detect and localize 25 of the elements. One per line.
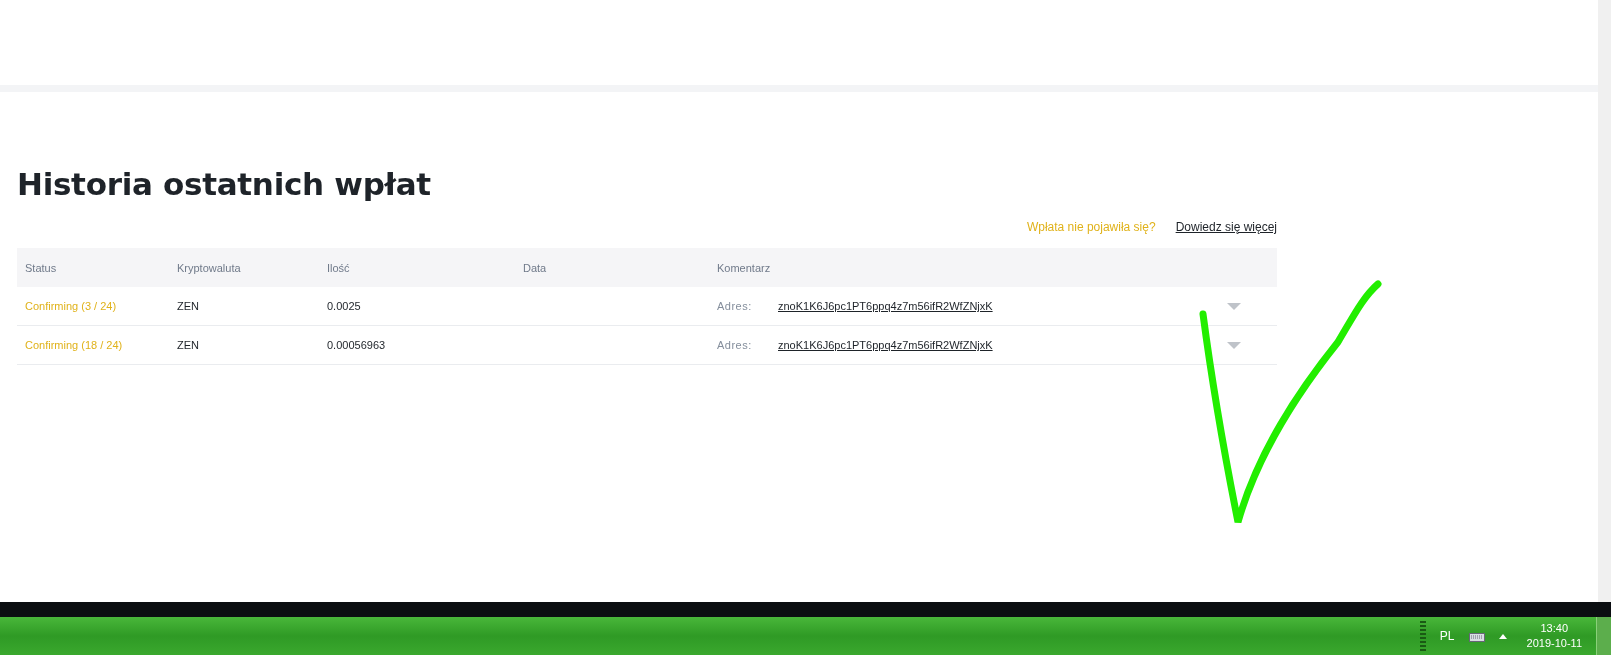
language-indicator[interactable]: PL	[1439, 629, 1455, 643]
expand-toggle[interactable]	[1227, 302, 1241, 310]
table-cell-text: ZEN	[177, 339, 200, 351]
table-cell-text: 0.00056963	[327, 339, 387, 351]
page-heading: Historia ostatnich wpłat	[17, 166, 432, 202]
column-header: Kryptowaluta	[177, 261, 242, 274]
address-link[interactable]: znoK1K6J6pc1PT6ppq4z7m56ifR2WfZNjxK	[778, 300, 993, 312]
grip-icon	[1419, 621, 1426, 651]
show-desktop-button[interactable]	[1596, 617, 1611, 655]
address-link[interactable]: znoK1K6J6pc1PT6ppq4z7m56ifR2WfZNjxK	[778, 339, 993, 351]
expand-toggle[interactable]	[1227, 341, 1241, 349]
status-cell-text: Confirming (3 / 24)	[25, 300, 118, 312]
column-header: Komentarz	[717, 261, 772, 274]
address-label: Adres:	[717, 339, 753, 351]
table-cell-text: 0.0025	[327, 300, 362, 312]
column-header: Ilość	[327, 261, 351, 274]
status-cell-text: Confirming (18 / 24)	[25, 339, 124, 351]
learn-more-link[interactable]: Dowiedz się więcej	[1175, 220, 1277, 234]
column-header: Status	[25, 261, 58, 274]
column-header: Data	[523, 261, 548, 274]
show-hidden-icons-icon[interactable]	[1498, 633, 1507, 639]
address-label: Adres:	[717, 300, 753, 312]
help-question: Wpłata nie pojawiła się?	[1026, 220, 1156, 234]
table-cell-text: ZEN	[177, 300, 200, 312]
keyboard-icon[interactable]	[1468, 630, 1485, 642]
